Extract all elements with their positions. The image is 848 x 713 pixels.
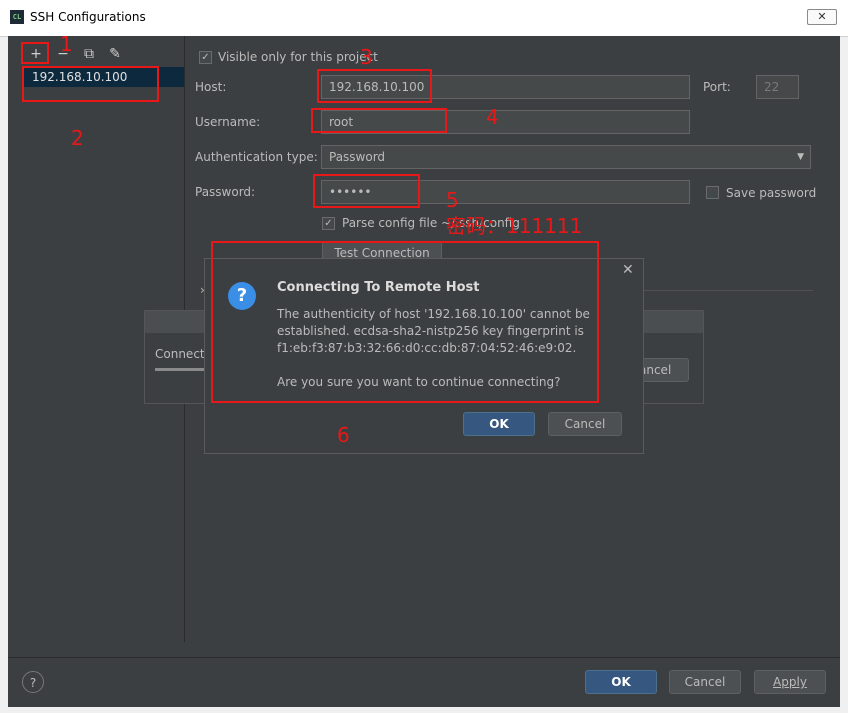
annotation-box-5 — [313, 174, 420, 208]
annotation-number-6: 6 — [337, 423, 350, 447]
annotation-number-2: 2 — [71, 126, 84, 150]
apply-button[interactable]: Apply — [754, 670, 826, 694]
annotation-box-3 — [317, 69, 432, 103]
ok-button[interactable]: OK — [585, 670, 657, 694]
visible-only-label: Visible only for this project — [218, 50, 378, 64]
annotation-box-6 — [211, 241, 599, 403]
port-input[interactable]: 22 — [756, 75, 799, 99]
username-label: Username: — [195, 115, 261, 129]
annotation-number-3: 3 — [360, 45, 373, 69]
annotation-number-4: 4 — [486, 105, 499, 129]
annotation-box-1 — [21, 42, 49, 64]
save-password-checkbox[interactable] — [706, 186, 719, 199]
cancel-button[interactable]: Cancel — [669, 670, 741, 694]
annotation-box-4 — [311, 108, 447, 133]
progress-dialog-text: Connecti — [155, 347, 208, 361]
save-password-label: Save password — [726, 186, 817, 200]
confirm-cancel-button[interactable]: Cancel — [548, 412, 622, 436]
auth-type-value: Password — [329, 150, 386, 164]
annotation-password-note: 密码：111111 — [446, 214, 583, 238]
progress-bar — [155, 368, 205, 371]
annotation-number-1: 1 — [60, 32, 73, 56]
edit-icon[interactable]: ✎ — [105, 45, 125, 63]
host-label: Host: — [195, 80, 227, 94]
annotation-number-5: 5 — [446, 188, 459, 212]
auth-type-label: Authentication type: — [195, 150, 318, 164]
close-icon[interactable]: ✕ — [622, 262, 634, 278]
parse-config-checkbox[interactable]: ✓ — [322, 217, 335, 230]
annotation-box-2 — [22, 66, 159, 102]
auth-type-select[interactable]: Password ▼ — [321, 145, 811, 169]
window-close-button[interactable]: ✕ — [807, 9, 837, 25]
help-button[interactable]: ? — [22, 671, 44, 693]
visible-only-checkbox[interactable]: ✓ — [199, 51, 212, 64]
window-title: SSH Configurations — [30, 10, 146, 24]
port-label: Port: — [703, 80, 731, 94]
chevron-down-icon: ▼ — [797, 152, 804, 162]
password-label: Password: — [195, 185, 256, 199]
confirm-ok-button[interactable]: OK — [463, 412, 535, 436]
app-icon: CL — [10, 10, 24, 24]
copy-icon[interactable]: ⧉ — [79, 45, 99, 63]
